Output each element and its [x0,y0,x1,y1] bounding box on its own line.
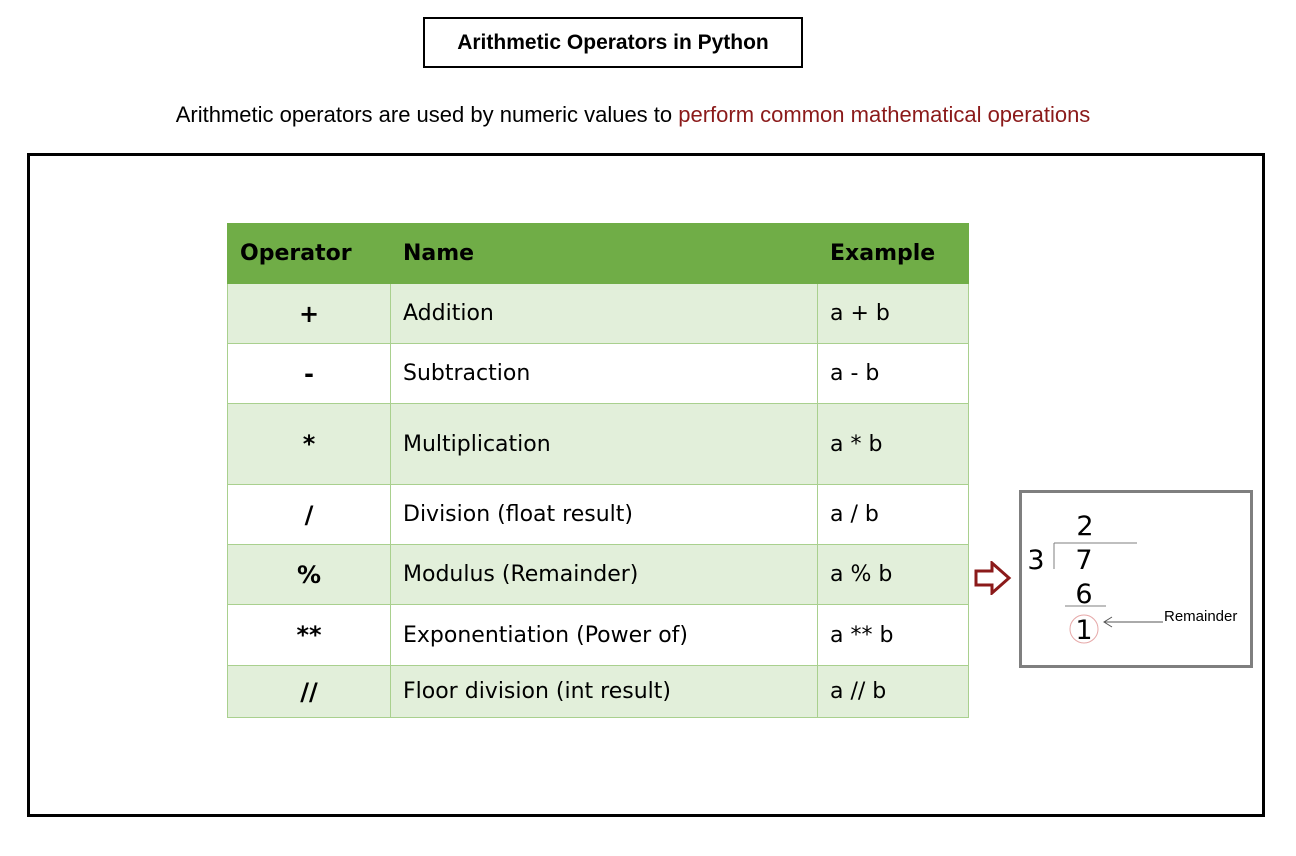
example-cell: a - b [817,343,969,404]
name-cell: Addition [390,283,818,344]
table-row: / Division (float result) a / b [227,484,969,545]
operator-cell: * [227,403,391,485]
table-header-row: Operator Name Example [227,223,969,284]
subtitle-highlight: perform common mathematical operations [678,102,1091,127]
operator-cell: + [227,283,391,344]
table-row: - Subtraction a - b [227,343,969,404]
table-row: + Addition a + b [227,283,969,344]
operator-cell: ** [227,604,391,666]
example-cell: a + b [817,283,969,344]
example-cell: a * b [817,403,969,485]
table-row: ** Exponentiation (Power of) a ** b [227,604,969,666]
subtitle-text: Arithmetic operators are used by numeric… [175,102,679,127]
divisor-digit: 3 [1027,545,1044,576]
name-cell: Division (float result) [390,484,818,545]
example-cell: a ** b [817,604,969,666]
remainder-label: Remainder [1164,608,1238,625]
header-example: Example [817,223,969,284]
page-title: Arithmetic Operators in Python [423,17,803,68]
right-arrow-icon [974,561,1012,595]
example-cell: a // b [817,665,969,718]
name-cell: Multiplication [390,403,818,485]
operator-cell: / [227,484,391,545]
table-row: // Floor division (int result) a // b [227,665,969,718]
name-cell: Modulus (Remainder) [390,544,818,605]
operators-table: Operator Name Example + Addition a + b -… [227,223,969,718]
table-row: % Modulus (Remainder) a % b [227,544,969,605]
name-cell: Subtraction [390,343,818,404]
name-cell: Exponentiation (Power of) [390,604,818,666]
long-division-diagram: 2 3 7 6 1 [1027,511,1163,646]
operator-cell: % [227,544,391,605]
header-operator: Operator [227,223,391,284]
operator-cell: // [227,665,391,718]
dividend-digit: 7 [1075,545,1092,576]
header-name: Name [390,223,818,284]
table-row: * Multiplication a * b [227,403,969,485]
subtitle: Arithmetic operators are used by numeric… [0,102,1296,128]
quotient-digit: 2 [1076,511,1093,542]
remainder-digit: 1 [1075,615,1092,646]
example-cell: a / b [817,484,969,545]
operator-cell: - [227,343,391,404]
long-division-example: 2 3 7 6 1 [1019,490,1253,668]
product-digit: 6 [1075,579,1092,610]
example-cell: a % b [817,544,969,605]
page-title-text: Arithmetic Operators in Python [457,30,769,54]
name-cell: Floor division (int result) [390,665,818,718]
